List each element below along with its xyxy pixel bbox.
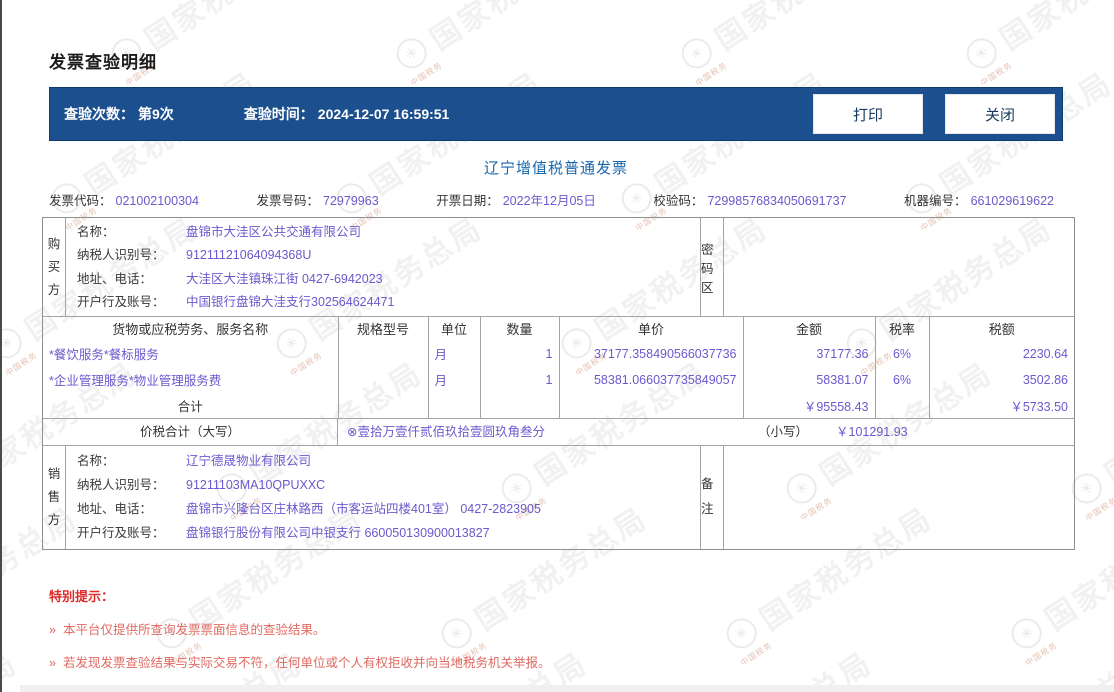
invoice-meta-row: 发票代码：021002100304 发票号码：72979963 开票日期：202… [49,190,1054,209]
seller-address-row: 地址、电话：盘锦市兴隆台区庄林路西（市客运站四楼401室） 0427-28239… [66,498,700,520]
notice-line-1: »本平台仅提供所查询发票票面信息的查验结果。 [49,619,1096,638]
total-amount: ￥95558.43 [743,393,875,418]
buyer-side-label: 购买方 [43,218,66,316]
buyer-info: 名称：盘锦市大洼区公共交通有限公司 纳税人识别号：912111210640943… [66,218,701,316]
col-unit: 单位 [428,317,480,341]
notice-bullet: » [49,656,56,670]
buyer-bank-row: 开户行及账号：中国银行盘锦大洼支行302564624471 [66,291,700,313]
seller-bank-row: 开户行及账号：盘锦银行股份有限公司中银支行 660050130900013827 [66,522,700,544]
col-qty: 数量 [480,317,559,341]
total-in-words-label: 价税合计（大写） [43,419,338,445]
total-in-words-value: ⊗壹拾万壹仟贰佰玖拾壹圆玖角叁分 （小写）￥101291.93 [338,419,1074,445]
table-row: *餐饮服务*餐标服务 月 1 37177.358490566037736 371… [43,341,1074,367]
total-tax: ￥5733.50 [929,393,1074,418]
check-time-label: 查验时间： [244,104,314,124]
check-code: 校验码：72998576834050691737 [653,190,846,209]
password-area [724,218,1074,316]
remarks-label: 备注 [701,446,724,549]
buyer-section: 购买方 名称：盘锦市大洼区公共交通有限公司 纳税人识别号：91211121064… [43,218,1074,316]
close-button[interactable]: 关闭 [945,94,1055,134]
total-in-words-row: 价税合计（大写） ⊗壹拾万壹仟贰佰玖拾壹圆玖角叁分 （小写）￥101291.93 [43,418,1074,445]
watermark-text: 国家税务总局 [1095,349,1114,494]
window-left-edge [0,0,2,692]
machine-number: 机器编号：661029619622 [904,190,1054,209]
toolbar-buttons: 打印 关闭 [813,94,1055,134]
invoice-date: 开票日期：2022年12月05日 [436,190,596,209]
remarks-area [724,446,1074,549]
invoice-number: 发票号码：72979963 [257,190,379,209]
notice-bullet: » [49,623,56,637]
buyer-name-row: 名称：盘锦市大洼区公共交通有限公司 [66,221,700,243]
seller-info: 名称：辽宁德晟物业有限公司 纳税人识别号：91211103MA10QPUXXC … [66,446,701,549]
check-count-value: 第9次 [138,104,174,124]
items-table: 货物或应税劳务、服务名称 规格型号 单位 数量 单价 金额 税率 税额 *餐饮服… [43,316,1074,418]
items-header-row: 货物或应税劳务、服务名称 规格型号 单位 数量 单价 金额 税率 税额 [43,317,1074,341]
seller-section: 销售方 名称：辽宁德晟物业有限公司 纳税人识别号：91211103MA10QPU… [43,445,1074,549]
page-title: 发票查验明细 [49,48,1096,73]
items-total-row: 合计 ￥95558.43 ￥5733.50 [43,393,1074,418]
seller-side-label: 销售方 [43,446,66,549]
col-rate: 税率 [875,317,929,341]
seller-taxid-row: 纳税人识别号：91211103MA10QPUXXC [66,474,700,496]
invoice-body: 购买方 名称：盘锦市大洼区公共交通有限公司 纳税人识别号：91211121064… [42,217,1075,550]
horizontal-scrollbar[interactable] [20,685,1114,692]
col-tax: 税额 [929,317,1074,341]
buyer-address-row: 地址、电话：大洼区大洼镇珠江街 0427-6942023 [66,268,700,290]
invoice-code: 发票代码：021002100304 [49,190,199,209]
invoice-verification-page: ✳中国税务国家税务总局✳中国税务国家税务总局✳中国税务国家税务总局✳中国税务国家… [0,0,1114,692]
result-toolbar: 查验次数： 第9次 查验时间： 2024-12-07 16:59:51 打印 关… [49,87,1063,141]
seller-name-row: 名称：辽宁德晟物业有限公司 [66,450,700,472]
amount-uppercase: ⊗壹拾万壹仟贰佰玖拾壹圆玖角叁分 [338,425,545,439]
check-count-label: 查验次数： [64,104,134,124]
col-amount: 金额 [743,317,875,341]
amount-lowercase: （小写）￥101291.93 [758,419,908,445]
notice-title: 特别提示： [49,586,1096,605]
password-area-label: 密码区 [701,218,724,316]
invoice-title: 辽宁增值税普通发票 [49,157,1063,178]
col-price: 单价 [559,317,743,341]
col-spec: 规格型号 [338,317,428,341]
notice-line-2: »若发现发票查验结果与实际交易不符，任何单位或个人有权拒收并向当地税务机关举报。 [49,652,1096,671]
check-time-value: 2024-12-07 16:59:51 [318,106,450,122]
special-notice: 特别提示： »本平台仅提供所查询发票票面信息的查验结果。 »若发现发票查验结果与… [49,586,1096,671]
col-name: 货物或应税劳务、服务名称 [43,317,338,341]
total-label: 合计 [43,393,338,418]
buyer-taxid-row: 纳税人识别号：91211121064094368U [66,244,700,266]
table-row: *企业管理服务*物业管理服务费 月 1 58381.06603773584905… [43,367,1074,393]
print-button[interactable]: 打印 [813,94,923,134]
